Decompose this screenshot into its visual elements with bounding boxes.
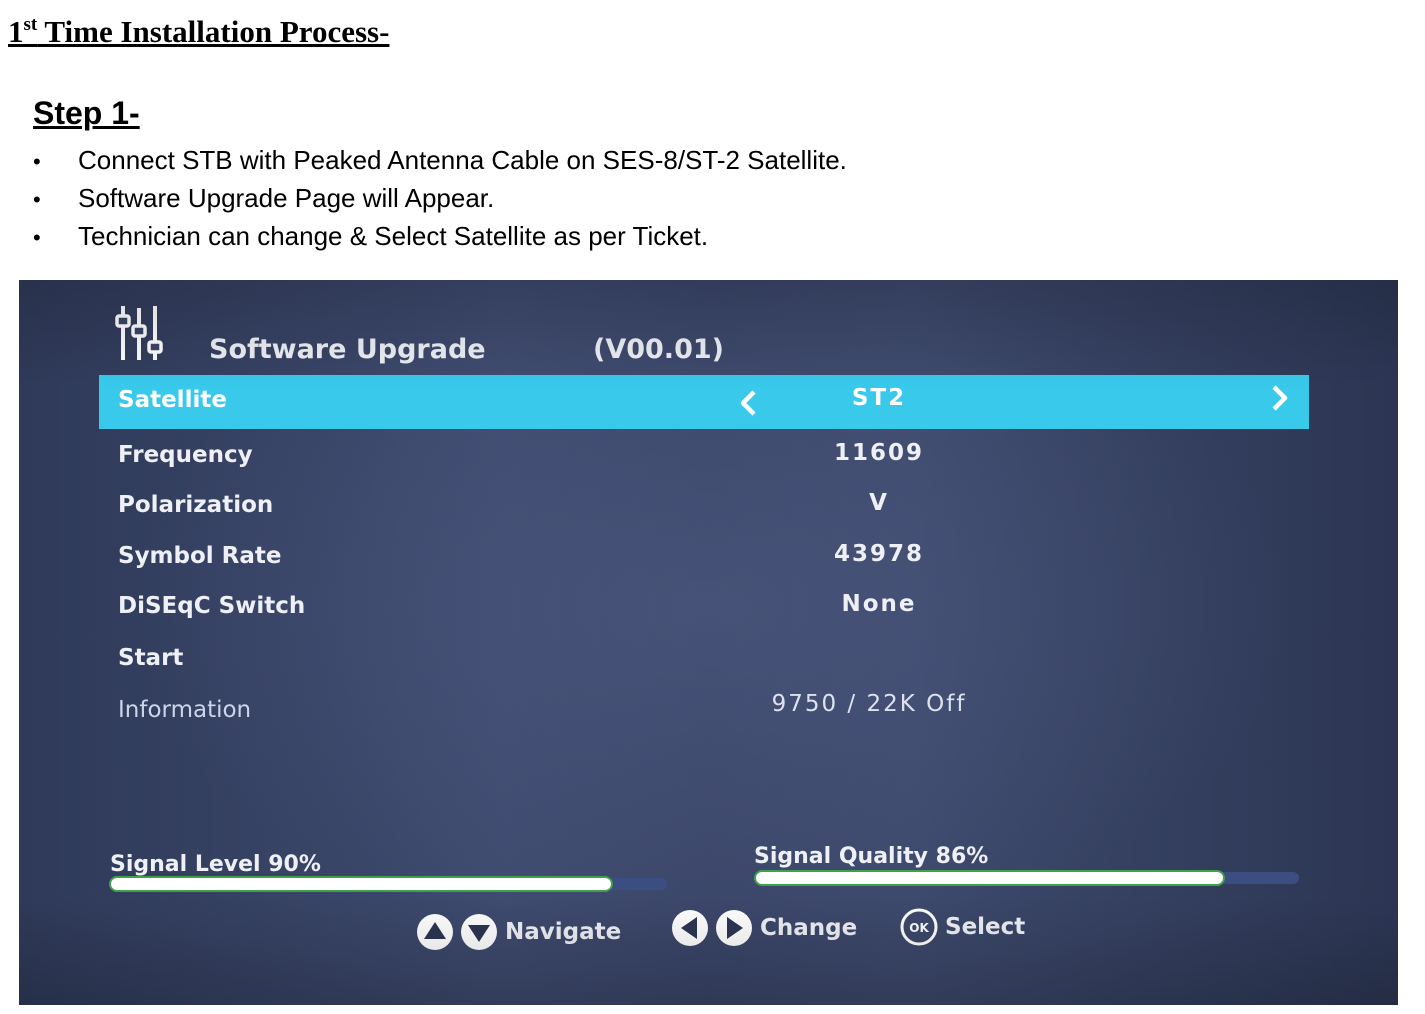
menu-title: Software Upgrade: [209, 334, 486, 365]
navigate-hint: Navigate: [415, 912, 621, 952]
row-value: None: [841, 591, 917, 617]
instruction-text: Connect STB with Peaked Antenna Cable on…: [78, 145, 847, 175]
menu-row-polarization[interactable]: Polarization V: [99, 480, 1309, 534]
ok-button-icon: OK: [900, 908, 938, 946]
tv-screen-photo: Software Upgrade (V00.01) Satellite ST2 …: [19, 280, 1398, 1005]
document-title: 1st Time Installation Process-: [8, 14, 389, 50]
instruction-item: • Connect STB with Peaked Antenna Cable o…: [33, 141, 847, 179]
right-button-icon: [716, 910, 752, 946]
bullet-icon: •: [33, 187, 41, 212]
row-value: 43978: [833, 541, 925, 567]
instruction-item: • Technician can change & Select Satellit…: [33, 217, 847, 255]
bullet-icon: •: [33, 225, 41, 250]
row-label: Frequency: [118, 442, 253, 468]
menu-row-diseqc-switch[interactable]: DiSEqC Switch None: [99, 581, 1309, 635]
signal-level-bar: [111, 878, 667, 890]
down-button-icon: [461, 914, 497, 950]
menu-row-symbol-rate[interactable]: Symbol Rate 43978: [99, 531, 1309, 585]
instruction-text: Technician can change & Select Satellite…: [78, 221, 709, 251]
software-version: (V00.01): [593, 334, 724, 365]
change-label: Change: [760, 915, 858, 941]
row-label: Polarization: [118, 492, 274, 518]
signal-quality-fill: [756, 872, 1223, 884]
menu-row-start[interactable]: Start: [99, 633, 1309, 687]
signal-quality-label: Signal Quality 86%: [754, 844, 989, 869]
row-label: Symbol Rate: [118, 543, 282, 569]
row-value: 9750 / 22K Off: [771, 691, 967, 717]
row-label: Satellite: [118, 387, 227, 413]
instruction-list: • Connect STB with Peaked Antenna Cable o…: [33, 141, 847, 255]
row-label: Information: [118, 697, 252, 723]
select-hint: OK Select: [899, 907, 1025, 947]
step-heading: Step 1-: [33, 95, 140, 131]
navigate-label: Navigate: [505, 919, 622, 945]
change-hint: Change: [670, 908, 857, 948]
up-button-icon: [417, 914, 453, 950]
title-superscript: st: [23, 14, 38, 35]
title-number: 1: [8, 14, 24, 49]
svg-text:OK: OK: [909, 921, 929, 935]
signal-level-fill: [111, 878, 612, 890]
row-label: Start: [118, 645, 184, 671]
select-label: Select: [945, 914, 1026, 940]
instruction-item: • Software Upgrade Page will Appear.: [33, 179, 847, 217]
settings-sliders-icon: [115, 306, 163, 360]
bullet-icon: •: [33, 149, 41, 174]
menu-row-frequency[interactable]: Frequency 11609: [99, 430, 1309, 484]
left-button-icon: [672, 910, 708, 946]
chevron-right-icon[interactable]: [1269, 384, 1291, 412]
instruction-text: Software Upgrade Page will Appear.: [78, 183, 495, 213]
title-text: Time Installation Process-: [37, 14, 390, 49]
menu-row-information: Information 9750 / 22K Off: [99, 681, 1309, 735]
row-value: V: [869, 490, 889, 516]
menu-row-satellite[interactable]: Satellite ST2: [99, 375, 1309, 429]
row-label: DiSEqC Switch: [118, 593, 306, 619]
signal-level-label: Signal Level 90%: [110, 852, 321, 877]
row-value: 11609: [833, 440, 925, 466]
row-value: ST2: [851, 385, 907, 411]
signal-quality-bar: [756, 872, 1299, 884]
